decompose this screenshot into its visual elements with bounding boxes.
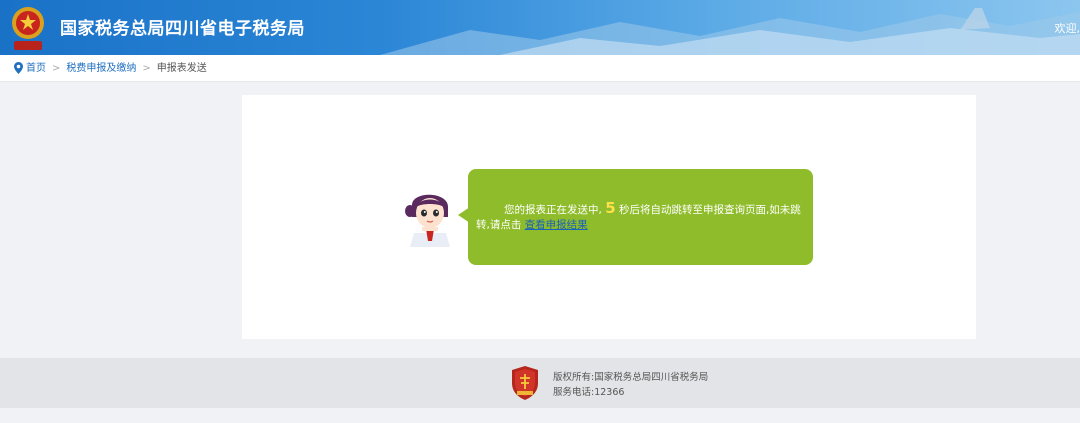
service-phone-text: 服务电话:12366 — [553, 387, 625, 398]
status-message-bubble: 您的报表正在发送中, 5 秒后将自动跳转至申报查询页面,如未跳转,请点击 查看申… — [468, 169, 813, 265]
breadcrumb-separator: > — [52, 63, 61, 74]
breadcrumb-home-link[interactable]: 首页 — [26, 63, 46, 74]
countdown-seconds: 5 — [605, 199, 616, 217]
breadcrumb-tax-declaration-link[interactable]: 税费申报及缴纳 — [66, 63, 136, 74]
tax-emblem-icon — [12, 7, 44, 50]
footer-info: 版权所有:国家税务总局四川省税务局 服务电话:12366 — [553, 370, 708, 400]
site-header: 国家税务总局四川省电子税务局 欢迎, — [0, 0, 1080, 55]
copyright-text: 版权所有:国家税务总局四川省税务局 — [553, 372, 709, 383]
breadcrumb-separator: > — [142, 63, 151, 74]
view-result-link[interactable]: 查看申报结果 — [525, 219, 588, 231]
status-card: 您的报表正在发送中, 5 秒后将自动跳转至申报查询页面,如未跳转,请点击 查看申… — [242, 95, 976, 339]
welcome-text: 欢迎, — [1054, 22, 1080, 35]
site-title: 国家税务总局四川省电子税务局 — [60, 19, 305, 39]
breadcrumb: 首页 > 税费申报及缴纳 > 申报表发送 — [0, 55, 1080, 82]
breadcrumb-current: 申报表发送 — [156, 63, 207, 74]
tax-officer-avatar — [405, 194, 450, 247]
status-message: 您的报表正在发送中, 5 秒后将自动跳转至申报查询页面,如未跳转,请点击 查看申… — [476, 201, 806, 233]
page-bottom — [0, 408, 1080, 423]
message-text-sending: 您的报表正在发送中, — [504, 204, 602, 216]
location-pin-icon — [14, 62, 23, 74]
tax-shield-logo-icon — [512, 366, 538, 400]
site-footer: 版权所有:国家税务总局四川省税务局 服务电话:12366 — [0, 358, 1080, 408]
